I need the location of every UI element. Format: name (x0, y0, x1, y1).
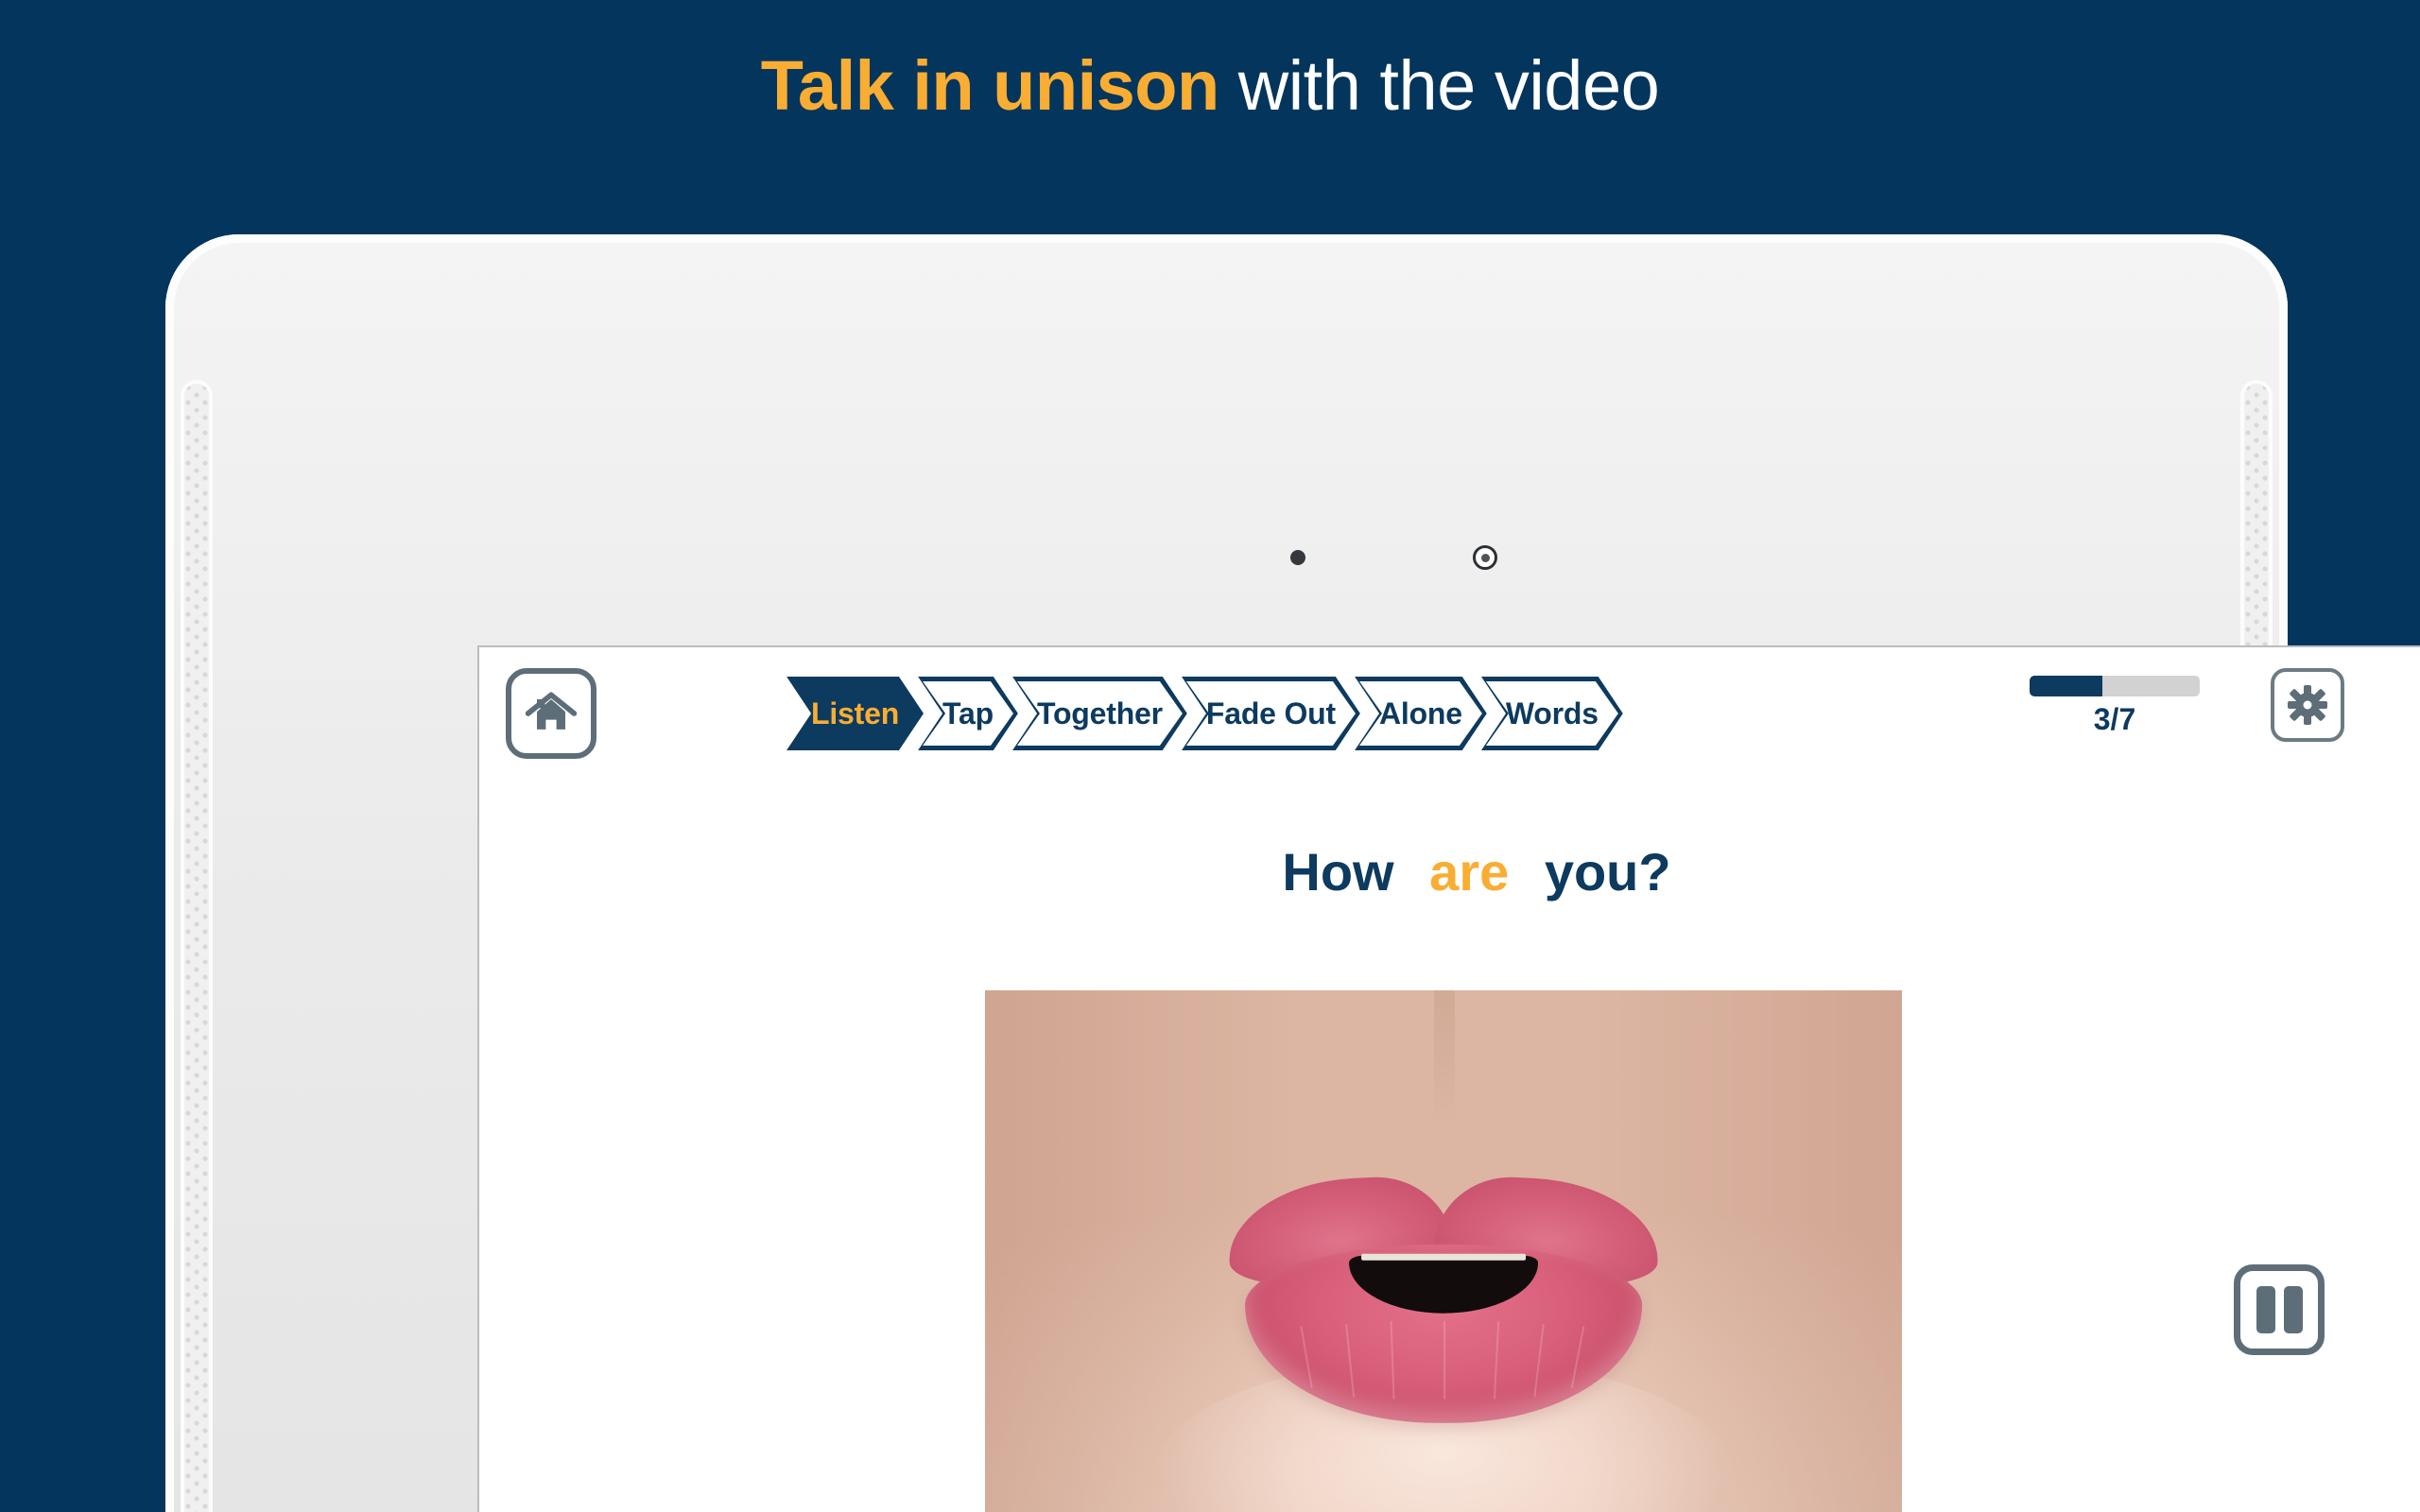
breadcrumb-step-tap[interactable]: Tap (918, 677, 1018, 750)
speaker-grille-left (184, 384, 209, 1512)
philtrum-shadow (1434, 990, 1455, 1127)
breadcrumb-step-words[interactable]: Words (1481, 677, 1623, 750)
tablet-device: Listen Tap Together Fade Out Alone Words (165, 234, 2420, 1512)
app-screen: Listen Tap Together Fade Out Alone Words (477, 645, 2420, 1512)
gear-icon (2288, 685, 2327, 725)
sensor-dot-icon (1290, 550, 1305, 565)
breadcrumb-step-label: Tap (942, 696, 994, 730)
breadcrumb: Listen Tap Together Fade Out Alone Words (786, 677, 1617, 750)
home-icon (525, 692, 578, 730)
breadcrumb-step-label: Words (1505, 696, 1599, 730)
page-title: Talk in unison with the video (0, 45, 2420, 126)
pause-button[interactable] (2234, 1264, 2325, 1355)
breadcrumb-step-alone[interactable]: Alone (1355, 677, 1487, 750)
sentence-word: How (1282, 842, 1394, 902)
home-button[interactable] (506, 668, 596, 759)
breadcrumb-step-label: Listen (811, 696, 900, 730)
pause-icon-bar-left (2256, 1286, 2275, 1333)
pause-icon-bar-right (2283, 1286, 2303, 1333)
breadcrumb-step-label: Alone (1378, 696, 1462, 730)
sentence-word-highlighted: are (1429, 842, 1510, 902)
breadcrumb-step-label: Together (1036, 696, 1163, 730)
progress-indicator: 3/7 (2030, 676, 2200, 737)
page-title-accent: Talk in unison (760, 46, 1219, 125)
settings-button[interactable] (2271, 668, 2344, 742)
breadcrumb-step-fade-out[interactable]: Fade Out (1182, 677, 1360, 750)
front-camera-icon (1473, 545, 1497, 570)
teeth (1361, 1253, 1526, 1261)
breadcrumb-step-listen[interactable]: Listen (786, 677, 924, 750)
page-title-plain: with the video (1219, 46, 1660, 125)
progress-bar-fill (2030, 676, 2103, 696)
breadcrumb-step-together[interactable]: Together (1012, 677, 1187, 750)
practice-sentence: How are you? (479, 841, 2420, 902)
progress-bar-track (2030, 676, 2200, 696)
lips (1225, 1173, 1662, 1436)
breadcrumb-step-label: Fade Out (1205, 696, 1336, 730)
progress-label: 3/7 (2093, 702, 2136, 736)
mouth-video-frame[interactable] (985, 990, 1902, 1512)
sentence-word: you? (1544, 842, 1671, 902)
